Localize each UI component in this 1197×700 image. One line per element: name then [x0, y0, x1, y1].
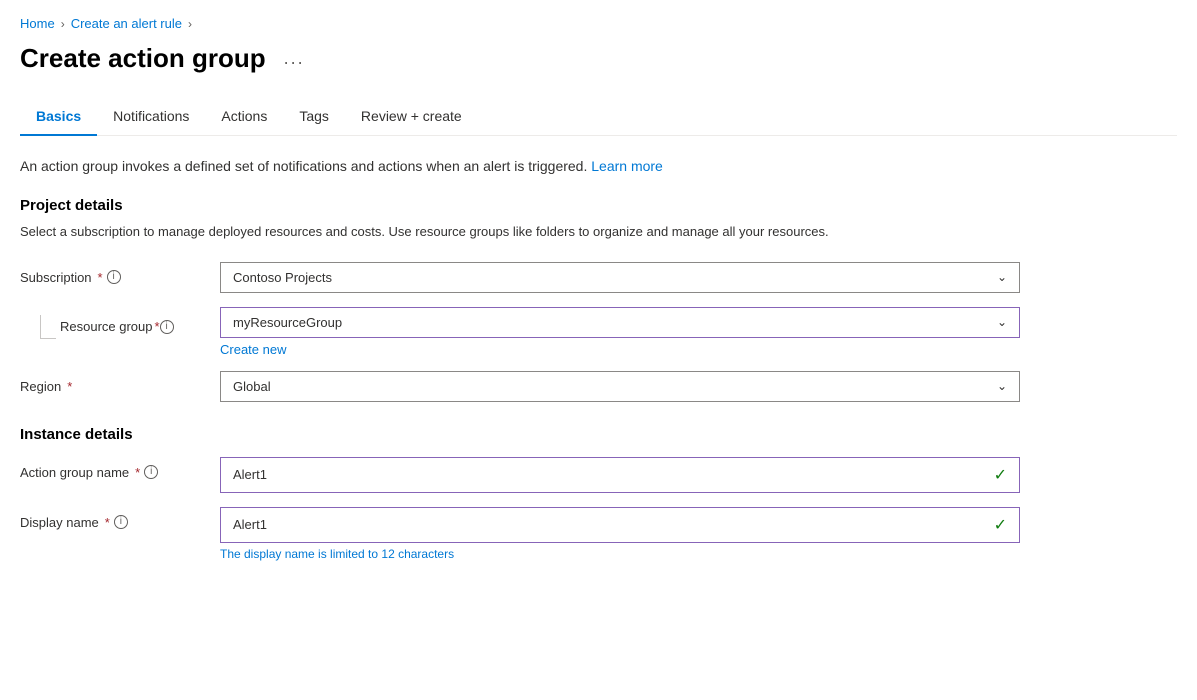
- subscription-required: *: [98, 270, 103, 285]
- action-group-name-check-icon: ✓: [994, 465, 1007, 485]
- tab-review-create[interactable]: Review + create: [345, 98, 478, 136]
- resource-group-dropdown[interactable]: myResourceGroup ⌄: [220, 307, 1020, 338]
- display-name-value: Alert1: [233, 517, 267, 532]
- action-group-name-value: Alert1: [233, 467, 267, 482]
- resource-group-indent: Resource group * i: [20, 315, 174, 339]
- display-name-input[interactable]: Alert1 ✓: [220, 507, 1020, 543]
- indent-line: [40, 315, 56, 339]
- project-details-desc: Select a subscription to manage deployed…: [20, 222, 1177, 242]
- region-chevron-icon: ⌄: [997, 379, 1007, 393]
- action-group-name-required: *: [135, 465, 140, 480]
- display-name-control: Alert1 ✓ The display name is limited to …: [220, 507, 1020, 561]
- display-name-row: Display name * i Alert1 ✓ The display na…: [20, 507, 1177, 561]
- subscription-row: Subscription * i Contoso Projects ⌄: [20, 262, 1177, 293]
- breadcrumb: Home › Create an alert rule ›: [20, 0, 1177, 39]
- project-details-title: Project details: [20, 197, 1177, 214]
- resource-group-required: *: [155, 319, 160, 334]
- ellipsis-button[interactable]: ...: [278, 46, 311, 71]
- breadcrumb-alert-rule[interactable]: Create an alert rule: [71, 16, 182, 31]
- region-row: Region * Global ⌄: [20, 371, 1177, 402]
- resource-group-info-icon[interactable]: i: [160, 320, 174, 334]
- region-dropdown[interactable]: Global ⌄: [220, 371, 1020, 402]
- subscription-dropdown[interactable]: Contoso Projects ⌄: [220, 262, 1020, 293]
- instance-details-title: Instance details: [20, 426, 1177, 443]
- subscription-value: Contoso Projects: [233, 270, 332, 285]
- display-name-info-icon[interactable]: i: [114, 515, 128, 529]
- display-name-required: *: [105, 515, 110, 530]
- region-label: Region *: [20, 371, 220, 394]
- resource-group-value: myResourceGroup: [233, 315, 342, 330]
- tab-tags[interactable]: Tags: [283, 98, 345, 136]
- page-description: An action group invokes a defined set of…: [20, 156, 1177, 177]
- tab-basics[interactable]: Basics: [20, 98, 97, 136]
- page-title: Create action group: [20, 43, 266, 74]
- breadcrumb-sep1: ›: [61, 17, 65, 31]
- region-required: *: [67, 379, 72, 394]
- action-group-name-label: Action group name * i: [20, 457, 220, 480]
- display-name-check-icon: ✓: [994, 515, 1007, 535]
- subscription-info-icon[interactable]: i: [107, 270, 121, 284]
- region-control: Global ⌄: [220, 371, 1020, 402]
- resource-group-label: Resource group * i: [20, 307, 220, 339]
- subscription-control: Contoso Projects ⌄: [220, 262, 1020, 293]
- breadcrumb-home[interactable]: Home: [20, 16, 55, 31]
- subscription-label: Subscription * i: [20, 262, 220, 285]
- tab-actions[interactable]: Actions: [205, 98, 283, 136]
- action-group-name-control: Alert1 ✓: [220, 457, 1020, 493]
- display-name-label: Display name * i: [20, 507, 220, 530]
- region-value: Global: [233, 379, 271, 394]
- create-new-link[interactable]: Create new: [220, 342, 1020, 357]
- resource-group-control: myResourceGroup ⌄ Create new: [220, 307, 1020, 357]
- resource-group-row: Resource group * i myResourceGroup ⌄ Cre…: [20, 307, 1177, 357]
- page-title-row: Create action group ...: [20, 39, 1177, 98]
- action-group-name-row: Action group name * i Alert1 ✓: [20, 457, 1177, 493]
- breadcrumb-sep2: ›: [188, 17, 192, 31]
- display-name-hint: The display name is limited to 12 charac…: [220, 547, 1020, 561]
- learn-more-link[interactable]: Learn more: [591, 158, 663, 174]
- tab-notifications[interactable]: Notifications: [97, 98, 205, 136]
- tabs-container: Basics Notifications Actions Tags Review…: [20, 98, 1177, 136]
- subscription-chevron-icon: ⌄: [997, 270, 1007, 284]
- action-group-name-info-icon[interactable]: i: [144, 465, 158, 479]
- instance-details-section: Instance details Action group name * i A…: [20, 426, 1177, 561]
- resource-group-chevron-icon: ⌄: [997, 315, 1007, 329]
- action-group-name-input[interactable]: Alert1 ✓: [220, 457, 1020, 493]
